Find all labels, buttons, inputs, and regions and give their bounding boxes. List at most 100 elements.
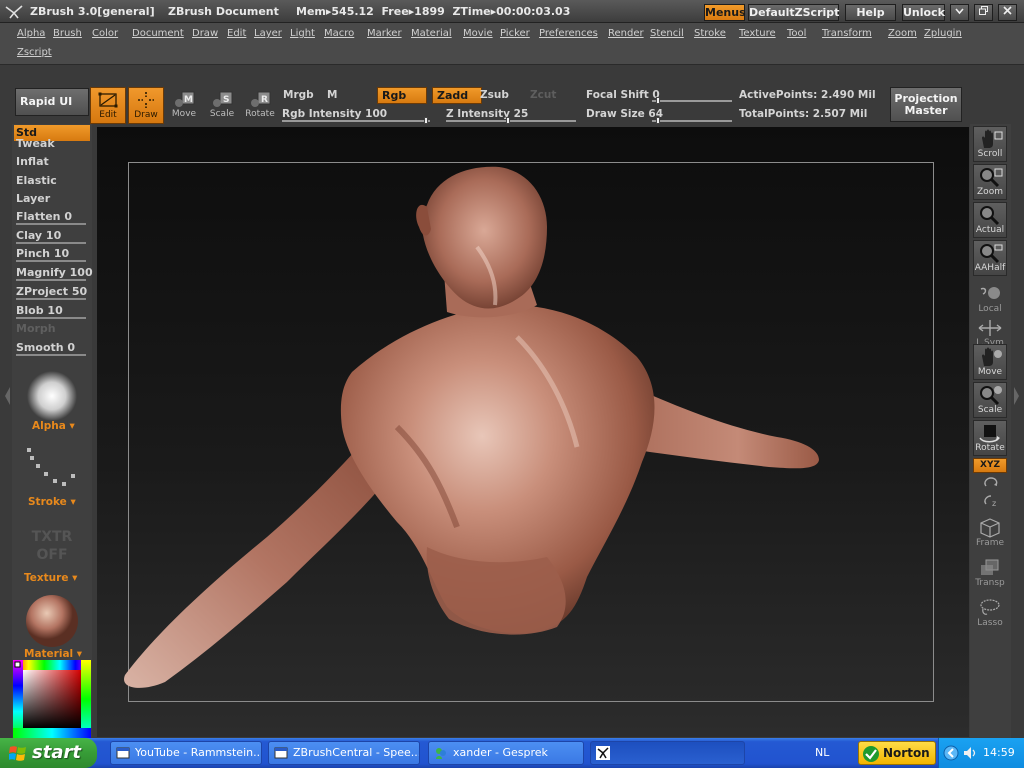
texture-off-preview[interactable]: TXTR OFF	[26, 528, 78, 564]
restore-button[interactable]	[974, 4, 993, 21]
menu-document[interactable]: Document	[132, 28, 184, 39]
brush-zproject[interactable]: ZProject 50	[16, 285, 90, 298]
flatten-slider-track[interactable]	[16, 223, 86, 225]
rgb-intensity-track[interactable]	[282, 120, 430, 122]
menu-brush[interactable]: Brush	[53, 28, 82, 39]
zcut-button[interactable]: Zcut	[530, 89, 556, 101]
menu-macro[interactable]: Macro	[324, 28, 354, 39]
z-intensity-knob[interactable]	[506, 117, 510, 124]
z-intensity-track[interactable]	[446, 120, 576, 122]
right-panel-collapse-icon[interactable]	[1013, 385, 1020, 407]
rgb-button[interactable]: Rgb	[377, 87, 427, 104]
pinch-slider-track[interactable]	[16, 260, 86, 262]
menu-marker[interactable]: Marker	[367, 28, 402, 39]
close-button[interactable]	[998, 4, 1017, 21]
scale-view-button[interactable]: Scale	[973, 382, 1007, 418]
focal-shift-track[interactable]	[652, 100, 732, 102]
z-intensity-slider[interactable]: Z Intensity 25	[446, 108, 528, 120]
material-preview[interactable]	[25, 594, 79, 648]
minimize-button[interactable]	[950, 4, 969, 21]
brush-inflat[interactable]: Inflat	[16, 155, 90, 168]
rgb-intensity-slider[interactable]: Rgb Intensity 100	[282, 108, 387, 120]
move-view-button[interactable]: Move	[973, 344, 1007, 380]
norton-button[interactable]: Norton	[858, 741, 936, 765]
default-zscript-button[interactable]: DefaultZScript	[748, 4, 839, 21]
menu-light[interactable]: Light	[290, 28, 315, 39]
mrgb-button[interactable]: Mrgb	[283, 89, 314, 101]
alpha-label[interactable]: Alpha ▾	[32, 420, 75, 432]
blob-slider-track[interactable]	[16, 317, 86, 319]
task-zbrush[interactable]	[590, 741, 745, 765]
lasso-button[interactable]: Lasso	[973, 596, 1007, 632]
zoom-button[interactable]: Zoom	[973, 164, 1007, 200]
brush-clay[interactable]: Clay 10	[16, 229, 90, 242]
left-panel-collapse-icon[interactable]	[4, 385, 11, 407]
zproject-slider-track[interactable]	[16, 298, 86, 300]
brush-layer[interactable]: Layer	[16, 192, 90, 205]
menu-texture[interactable]: Texture	[739, 28, 776, 39]
focal-shift-knob[interactable]	[656, 97, 660, 104]
start-button[interactable]: start	[0, 738, 97, 768]
move-button[interactable]: M Move	[166, 87, 202, 124]
tray-back-arrow-icon[interactable]	[943, 745, 959, 761]
menu-stroke[interactable]: Stroke	[694, 28, 726, 39]
brush-pinch[interactable]: Pinch 10	[16, 247, 90, 260]
menus-button[interactable]: Menus	[704, 4, 746, 21]
aahalf-button[interactable]: AAHalf	[973, 240, 1007, 276]
menu-edit[interactable]: Edit	[227, 28, 246, 39]
brush-magnify[interactable]: Magnify 100	[16, 266, 93, 279]
brush-flatten[interactable]: Flatten 0	[16, 210, 90, 223]
menu-tool[interactable]: Tool	[787, 28, 806, 39]
menu-alpha[interactable]: Alpha	[17, 28, 45, 39]
menu-picker[interactable]: Picker	[500, 28, 530, 39]
actual-button[interactable]: Actual	[973, 202, 1007, 238]
rotate-y-icon[interactable]	[982, 476, 1000, 490]
clay-slider-track[interactable]	[16, 242, 86, 244]
color-picker[interactable]	[13, 660, 91, 738]
help-button[interactable]: Help	[845, 4, 896, 21]
sculpt-model[interactable]	[97, 127, 969, 737]
menu-transform[interactable]: Transform	[822, 28, 872, 39]
rapid-ui-button[interactable]: Rapid UI	[15, 88, 89, 116]
brush-morph[interactable]: Morph	[16, 322, 90, 335]
menu-stencil[interactable]: Stencil	[650, 28, 684, 39]
brush-tweak[interactable]: Tweak	[16, 137, 90, 150]
document-canvas[interactable]	[97, 127, 969, 737]
draw-button[interactable]: Draw	[128, 87, 164, 124]
draw-size-track[interactable]	[652, 120, 732, 122]
stroke-preview[interactable]	[24, 446, 80, 488]
scroll-button[interactable]: Scroll	[973, 126, 1007, 162]
menu-draw[interactable]: Draw	[192, 28, 218, 39]
menu-material[interactable]: Material	[411, 28, 452, 39]
menu-preferences[interactable]: Preferences	[539, 28, 598, 39]
zadd-button[interactable]: Zadd	[432, 87, 482, 104]
rotate-z-icon[interactable]: z	[982, 494, 1000, 508]
frame-button[interactable]: Frame	[973, 516, 1007, 552]
brush-smooth[interactable]: Smooth 0	[16, 341, 90, 354]
xyz-toggle[interactable]: XYZ	[973, 458, 1007, 473]
draw-size-knob[interactable]	[656, 117, 660, 124]
task-xander[interactable]: xander - Gesprek	[428, 741, 584, 765]
menu-color[interactable]: Color	[92, 28, 118, 39]
task-youtube[interactable]: YouTube - Rammstein...	[110, 741, 262, 765]
stroke-label[interactable]: Stroke ▾	[28, 496, 76, 508]
alpha-preview[interactable]	[26, 370, 78, 422]
brush-blob[interactable]: Blob 10	[16, 304, 90, 317]
material-label[interactable]: Material ▾	[24, 648, 82, 660]
task-zbrushcentral[interactable]: ZBrushCentral - Spee...	[268, 741, 420, 765]
menu-zscript[interactable]: Zscript	[17, 47, 52, 58]
language-indicator[interactable]: NL	[815, 746, 829, 759]
unlock-button[interactable]: Unlock	[902, 4, 945, 21]
edit-button[interactable]: Edit	[90, 87, 126, 124]
smooth-slider-track[interactable]	[16, 354, 86, 356]
transp-button[interactable]: Transp	[973, 556, 1007, 592]
menu-movie[interactable]: Movie	[463, 28, 493, 39]
rotate-button[interactable]: R Rotate	[242, 87, 278, 124]
projection-master-button[interactable]: Projection Master	[890, 87, 962, 122]
brush-elastic[interactable]: Elastic	[16, 174, 90, 187]
zsub-button[interactable]: Zsub	[480, 89, 509, 101]
volume-icon[interactable]	[962, 745, 978, 761]
local-button[interactable]: Local	[973, 282, 1007, 318]
texture-label[interactable]: Texture ▾	[24, 572, 77, 584]
menu-zplugin[interactable]: Zplugin	[924, 28, 962, 39]
